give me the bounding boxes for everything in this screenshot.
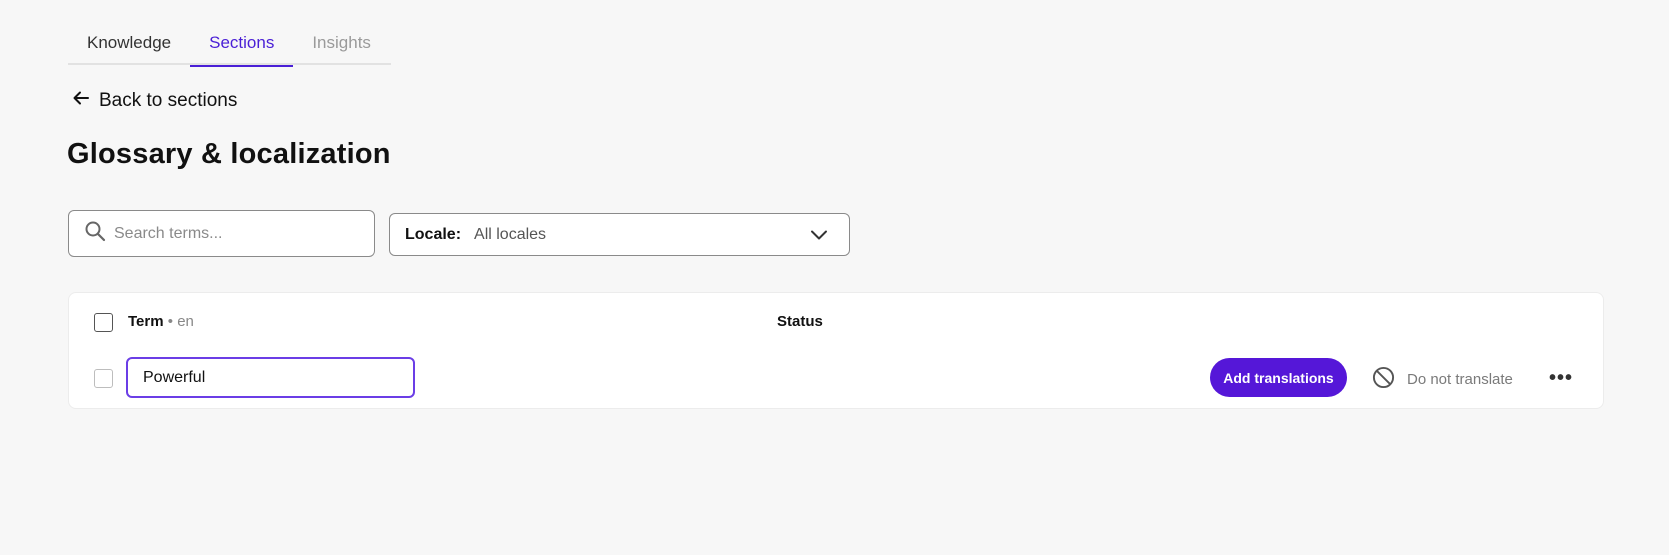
row-checkbox[interactable]: [94, 369, 113, 388]
source-language: en: [177, 313, 194, 330]
more-horizontal-icon[interactable]: •••: [1549, 367, 1573, 389]
tab-knowledge[interactable]: Knowledge: [68, 28, 190, 65]
tab-insights[interactable]: Insights: [293, 28, 390, 65]
select-all-checkbox[interactable]: [94, 313, 113, 332]
search-input[interactable]: [114, 224, 354, 243]
page: Knowledge Sections Insights Back to sect…: [0, 0, 1669, 555]
term-column-header: Term • en: [128, 313, 194, 330]
term-input[interactable]: [126, 357, 415, 398]
back-to-sections-link[interactable]: Back to sections: [71, 88, 237, 114]
tab-sections[interactable]: Sections: [190, 28, 294, 67]
tab-bar: Knowledge Sections Insights: [68, 28, 391, 67]
term-header-label: Term: [128, 313, 164, 330]
header-separator: •: [167, 313, 174, 330]
arrow-left-icon: [71, 88, 91, 114]
search-box: [68, 210, 375, 257]
locale-label: Locale:: [405, 225, 462, 243]
add-translations-button[interactable]: Add translations: [1210, 358, 1347, 397]
status-column-header: Status: [777, 313, 823, 330]
search-icon: [84, 220, 106, 247]
page-title: Glossary & localization: [67, 138, 391, 170]
locale-select[interactable]: Locale: All locales: [389, 213, 850, 256]
do-not-translate-toggle[interactable]: Do not translate: [1372, 366, 1513, 393]
prohibited-icon: [1372, 366, 1395, 393]
back-link-label: Back to sections: [99, 90, 238, 111]
do-not-translate-label: Do not translate: [1407, 371, 1513, 388]
locale-value: All locales: [474, 225, 547, 243]
glossary-table: Term • en Status Add translations Do not…: [68, 292, 1604, 409]
